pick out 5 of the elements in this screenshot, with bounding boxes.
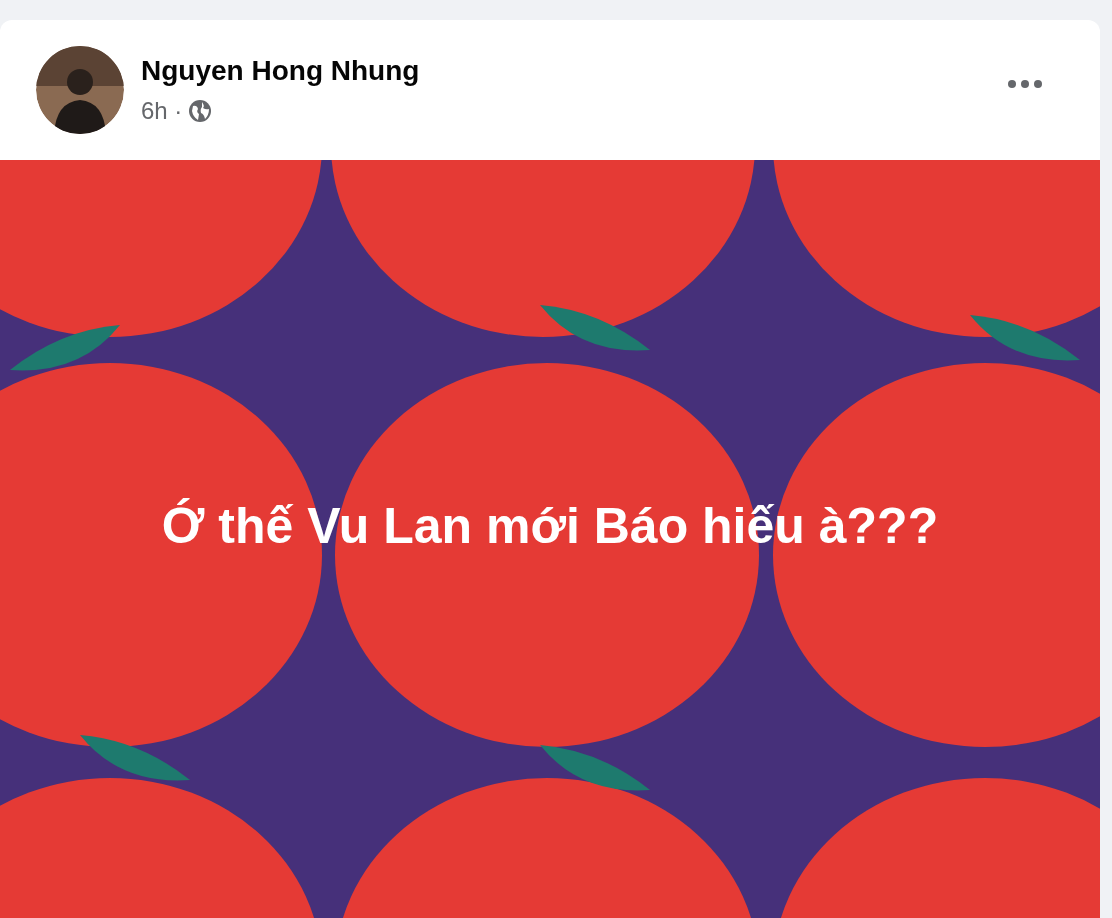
avatar[interactable] xyxy=(36,46,124,134)
globe-icon[interactable] xyxy=(188,99,213,123)
author-name[interactable]: Nguyen Hong Nhung xyxy=(141,55,1007,87)
post-time[interactable]: 6h · xyxy=(141,97,183,125)
more-options-icon[interactable] xyxy=(1007,79,1043,89)
